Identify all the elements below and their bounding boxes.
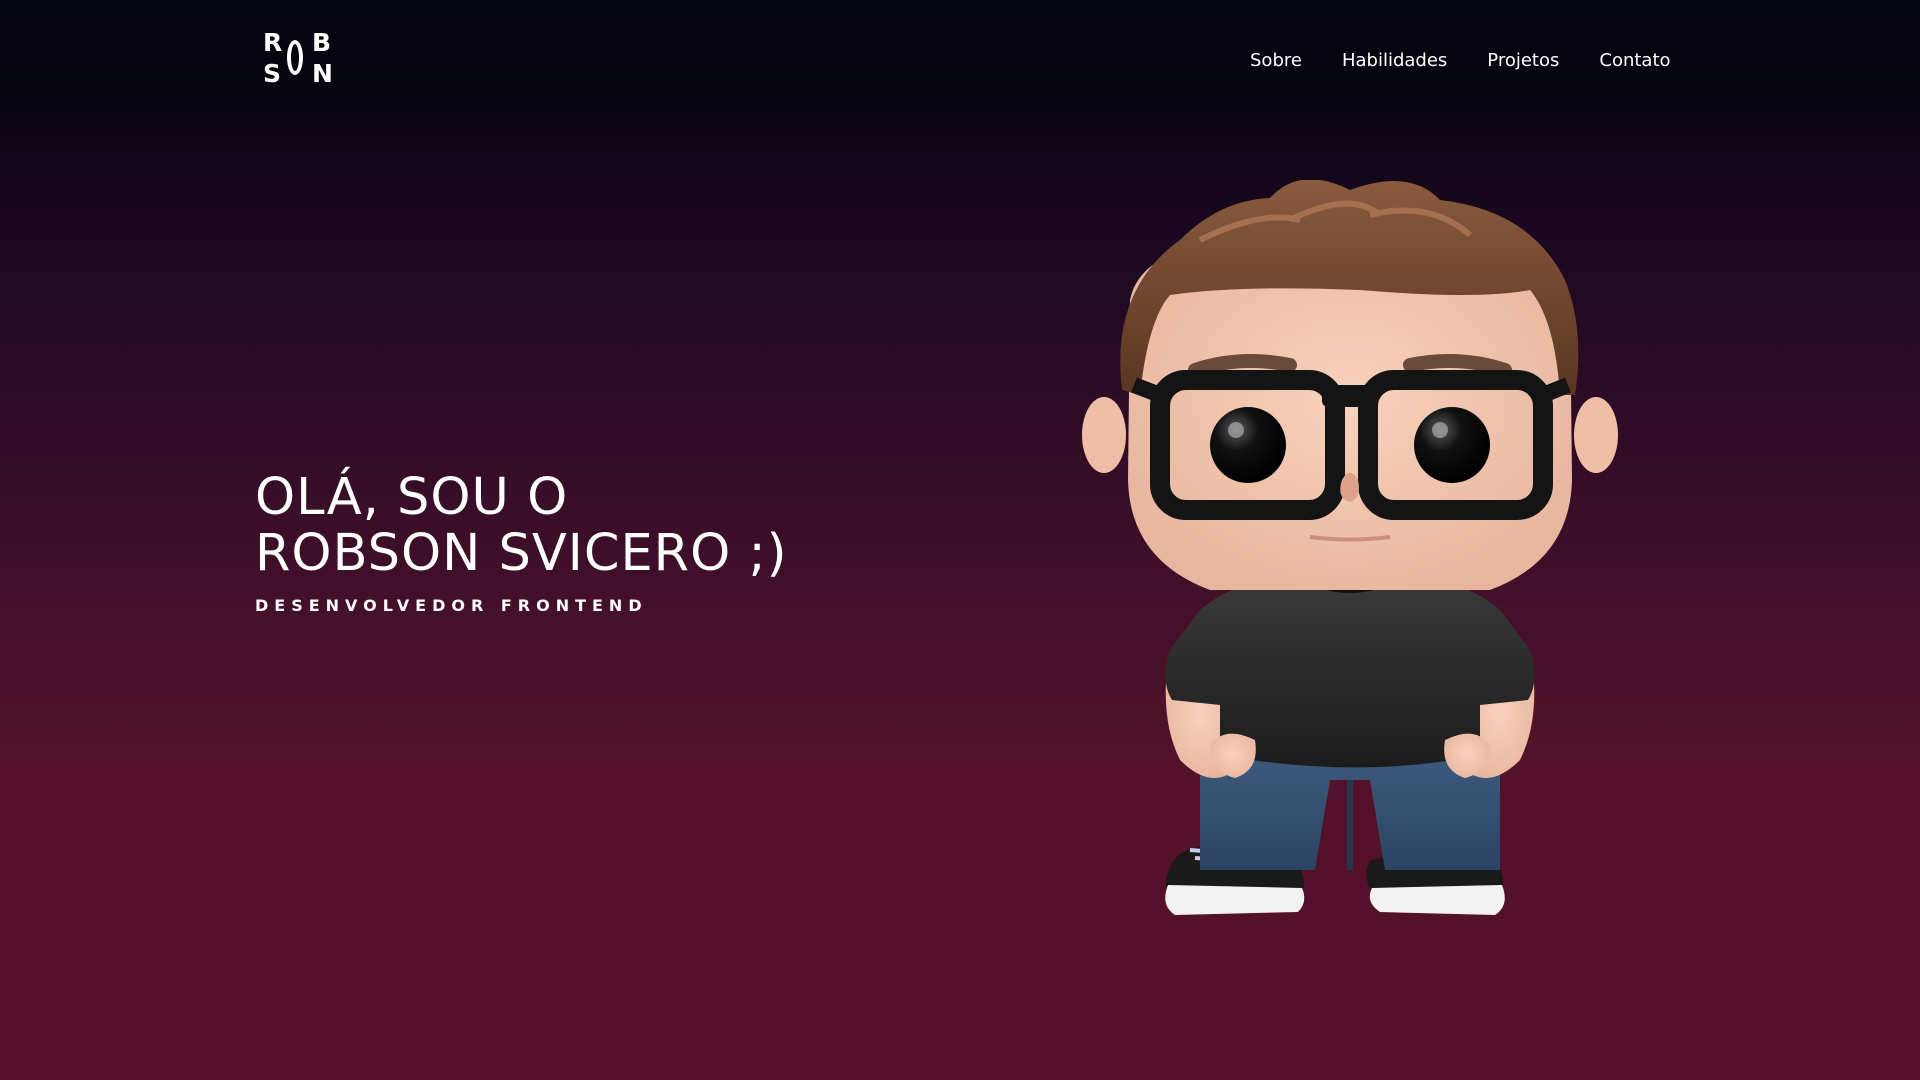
- nav-link-habilidades[interactable]: Habilidades: [1342, 50, 1447, 71]
- funko-avatar-illustration: [1082, 180, 1618, 915]
- nav-link-contato[interactable]: Contato: [1599, 50, 1670, 71]
- hero-title: OLÁ, SOU O ROBSON SVICERO ;): [255, 470, 855, 582]
- top-navbar: R B S N Sobre Habilidades Projetos Conta…: [0, 0, 1920, 120]
- logo-letter-o-ring: [287, 40, 303, 75]
- logo-letter-n: N: [312, 59, 333, 88]
- hero-subtitle: DESENVOLVEDOR FRONTEND: [255, 596, 648, 615]
- nav-link-sobre[interactable]: Sobre: [1250, 50, 1302, 71]
- logo-letter-s: S: [263, 59, 282, 88]
- main-nav: Sobre Habilidades Projetos Contato: [1230, 50, 1671, 71]
- nav-link-projetos[interactable]: Projetos: [1487, 50, 1559, 71]
- logo-letter-b: B: [312, 28, 332, 57]
- robson-logo[interactable]: R B S N: [262, 28, 338, 88]
- hero-title-line-2: ROBSON SVICERO ;): [255, 524, 788, 583]
- hero-title-line-1: OLÁ, SOU O: [255, 468, 569, 527]
- logo-letter-r: R: [263, 28, 283, 57]
- hero-intro: OLÁ, SOU O ROBSON SVICERO ;) DESENVOLVED…: [255, 470, 855, 616]
